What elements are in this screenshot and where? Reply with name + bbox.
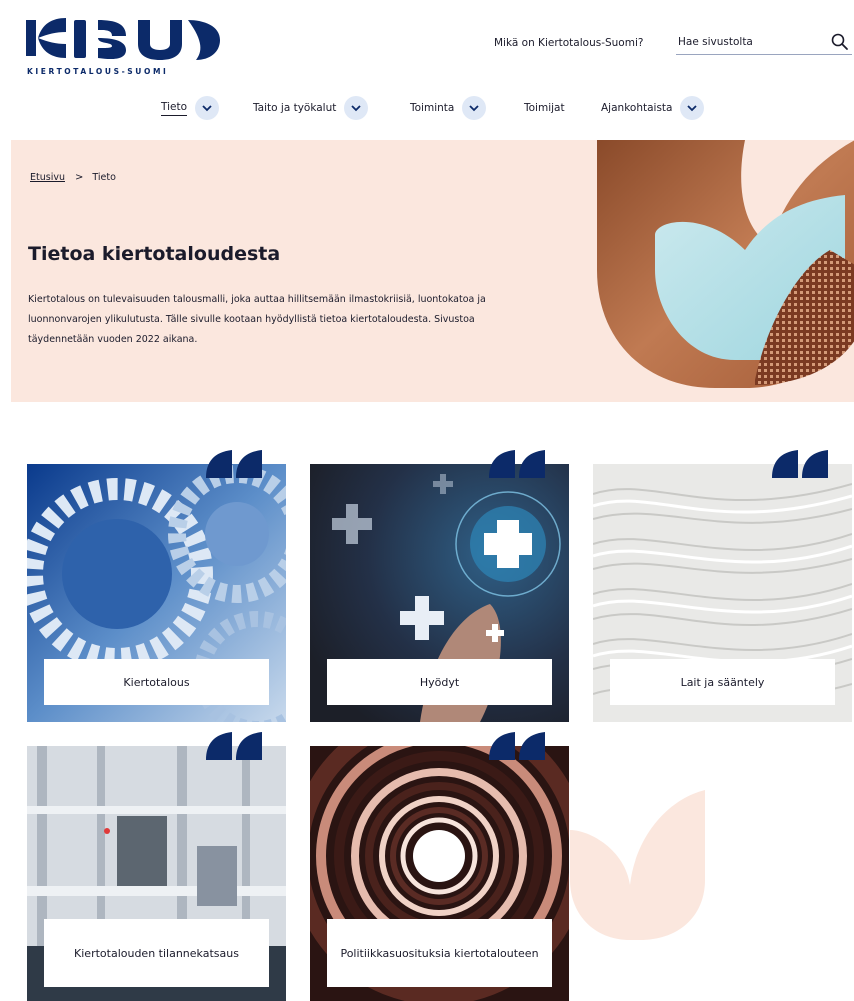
- nav-label: Taito ja työkalut: [253, 102, 337, 114]
- breadcrumb-home-link[interactable]: Etusivu: [30, 172, 65, 183]
- nav-item-toimijat[interactable]: Toimijat: [524, 94, 565, 122]
- search-input[interactable]: [678, 33, 818, 51]
- chevron-down-icon[interactable]: [195, 96, 220, 120]
- search-box: [676, 29, 852, 55]
- card-kiertotalouden-tilannekatsaus[interactable]: Kiertotalouden tilannekatsaus: [27, 732, 286, 1001]
- card-label: Hyödyt: [327, 659, 552, 705]
- site-header: KIERTOTALOUS-SUOMI Mikä on Kiertotalous-…: [0, 0, 854, 140]
- chevron-down-icon[interactable]: [680, 96, 705, 120]
- breadcrumb-separator: >: [74, 172, 84, 183]
- nav-item-ajankohtaista[interactable]: Ajankohtaista: [601, 94, 705, 122]
- hero-banner: Etusivu > Tieto Tietoa kiertotaloudesta …: [11, 140, 854, 402]
- quote-mark-icon: [206, 450, 262, 478]
- card-label: Lait ja sääntely: [610, 659, 835, 705]
- hero-description: Kiertotalous on tulevaisuuden talousmall…: [28, 294, 486, 345]
- quote-mark-icon: [489, 732, 545, 760]
- decorative-leaf-shape: [570, 790, 705, 940]
- quote-mark-icon: [489, 450, 545, 478]
- card-label: Kiertotalous: [44, 659, 269, 705]
- nav-label: Toiminta: [410, 102, 455, 114]
- card-lait-ja-saantely[interactable]: Lait ja sääntely: [593, 450, 852, 722]
- quote-mark-icon: [772, 450, 828, 478]
- nav-item-toiminta[interactable]: Toiminta: [410, 94, 487, 122]
- quote-mark-icon: [206, 732, 262, 760]
- main-nav: Tieto Taito ja työkalut Toiminta Toimija…: [0, 94, 854, 122]
- nav-label: Ajankohtaista: [601, 102, 673, 114]
- hero-image: [595, 140, 854, 390]
- card-label: Kiertotalouden tilannekatsaus: [44, 919, 269, 987]
- chevron-down-icon[interactable]: [462, 96, 487, 120]
- logo-wordmark: KIERTOTALOUS-SUOMI: [27, 67, 169, 76]
- card-hyodyt[interactable]: Hyödyt: [310, 450, 569, 722]
- nav-label: Toimijat: [524, 102, 565, 114]
- card-politiikkasuosituksia[interactable]: Politiikkasuosituksia kiertotalouteen: [310, 732, 569, 1001]
- search-icon[interactable]: [830, 32, 850, 52]
- nav-item-tieto[interactable]: Tieto: [161, 94, 220, 122]
- page-title: Tietoa kiertotaloudesta: [28, 243, 281, 265]
- nav-label: Tieto: [161, 101, 188, 116]
- nav-item-taito[interactable]: Taito ja työkalut: [253, 94, 369, 122]
- card-label: Politiikkasuosituksia kiertotalouteen: [327, 919, 552, 987]
- chevron-down-icon[interactable]: [344, 96, 369, 120]
- breadcrumb: Etusivu > Tieto: [30, 172, 116, 183]
- breadcrumb-current: Tieto: [92, 172, 116, 183]
- card-kiertotalous[interactable]: Kiertotalous: [27, 450, 286, 722]
- about-link[interactable]: Mikä on Kiertotalous-Suomi?: [494, 37, 643, 49]
